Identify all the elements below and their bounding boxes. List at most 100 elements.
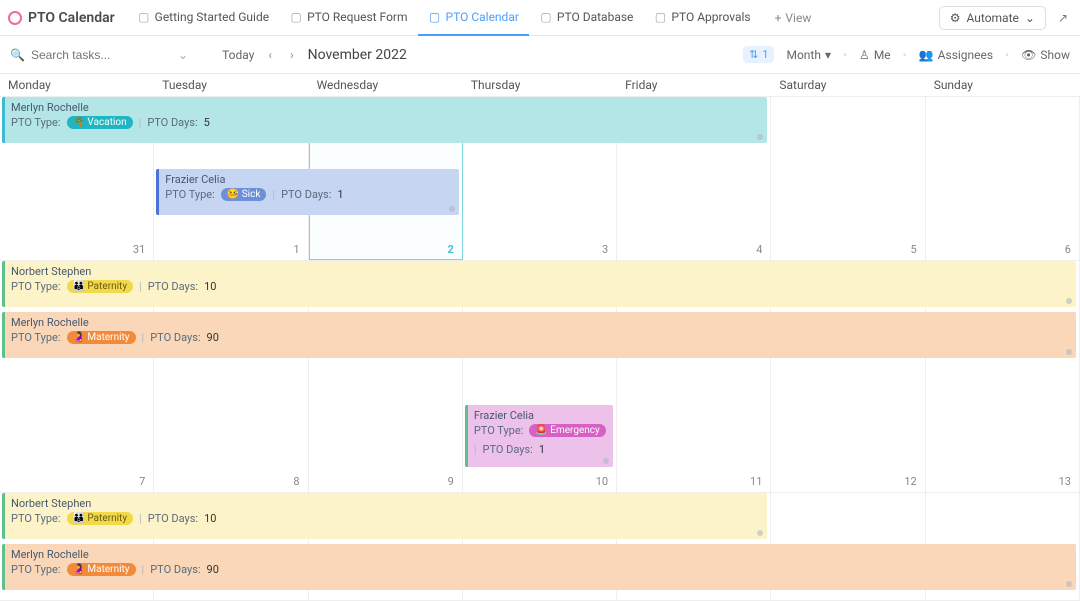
date-number: 2 xyxy=(448,243,454,256)
calendar-event[interactable]: Merlyn RochellePTO Type:🌴 Vacation|PTO D… xyxy=(2,97,767,143)
next-month-button[interactable]: › xyxy=(286,46,298,64)
doc-icon: ▢ xyxy=(539,10,553,24)
automate-icon: ⚙ xyxy=(950,11,961,25)
event-name: Frazier Celia xyxy=(165,173,453,186)
tab-label: PTO Database xyxy=(557,10,633,24)
pto-type-label: PTO Type: xyxy=(11,512,61,525)
prev-month-button[interactable]: ‹ xyxy=(264,46,276,64)
date-number: 1 xyxy=(293,243,299,256)
pto-days-value: 90 xyxy=(207,563,219,576)
person-icon: ♙ xyxy=(859,48,870,62)
add-view-button[interactable]: + View xyxy=(765,11,822,25)
pto-days-label: PTO Days: xyxy=(281,188,331,201)
event-detail-line: PTO Type:🚨 Emergency|PTO Days: 1 xyxy=(474,424,607,456)
tab-pto-database[interactable]: ▢ PTO Database xyxy=(529,0,643,36)
top-tabs-bar: PTO Calendar ▢Getting Started Guide▢PTO … xyxy=(0,0,1080,36)
filter-chip[interactable]: ⇅ 1 xyxy=(743,46,774,63)
event-handle[interactable] xyxy=(1066,349,1072,355)
separator: | xyxy=(142,563,145,576)
today-button[interactable]: Today xyxy=(222,48,254,62)
pto-type-label: PTO Type: xyxy=(11,116,61,129)
pto-type-tag: 👪 Paternity xyxy=(67,512,134,525)
pto-type-tag: 🤰 Maternity xyxy=(67,563,136,576)
doc-icon: ▢ xyxy=(289,10,303,24)
event-detail-line: PTO Type:🤰 Maternity|PTO Days: 90 xyxy=(11,563,1070,576)
show-label: Show xyxy=(1040,48,1070,62)
automate-button[interactable]: ⚙ Automate ⌄ xyxy=(939,6,1046,30)
pto-type-label: PTO Type: xyxy=(11,331,61,344)
weekday-heading: Monday xyxy=(0,74,154,96)
weekday-heading: Saturday xyxy=(771,74,925,96)
tab-pto-calendar[interactable]: ▢PTO Calendar xyxy=(418,0,529,36)
calendar-day-cell[interactable]: 6 xyxy=(926,97,1080,260)
share-icon[interactable]: ↗ xyxy=(1054,7,1072,29)
tab-label: PTO Calendar xyxy=(446,10,519,24)
workspace-title[interactable]: PTO Calendar xyxy=(8,10,123,26)
date-number: 13 xyxy=(1059,475,1071,488)
separator: | xyxy=(272,188,275,201)
tab-label: PTO Approvals xyxy=(671,10,750,24)
calendar-event[interactable]: Merlyn RochellePTO Type:🤰 Maternity|PTO … xyxy=(2,312,1076,358)
tab-label: Getting Started Guide xyxy=(155,10,269,24)
calendar-event[interactable]: Merlyn RochellePTO Type:🤰 Maternity|PTO … xyxy=(2,544,1076,590)
show-toggle[interactable]: 👁 Show xyxy=(1021,48,1070,62)
search-dropdown-toggle[interactable]: ⌄ xyxy=(172,46,194,64)
divider: • xyxy=(903,48,907,62)
weekday-heading: Friday xyxy=(617,74,771,96)
calendar-event[interactable]: Norbert StephenPTO Type:👪 Paternity|PTO … xyxy=(2,493,767,539)
event-handle[interactable] xyxy=(603,458,609,464)
event-handle[interactable] xyxy=(1066,581,1072,587)
event-handle[interactable] xyxy=(1066,298,1072,304)
calendar-day-cell[interactable]: 5 xyxy=(771,97,925,260)
doc-icon: ▢ xyxy=(137,10,151,24)
view-mode-select[interactable]: Month ▾ xyxy=(786,48,831,62)
date-number: 7 xyxy=(139,475,145,488)
date-number: 6 xyxy=(1065,243,1071,256)
separator: | xyxy=(139,116,142,129)
search-input[interactable] xyxy=(31,48,160,62)
assignees-filter[interactable]: 👥 Assignees xyxy=(919,48,993,62)
calendar-event[interactable]: Frazier CeliaPTO Type:🤒 Sick|PTO Days: 1 xyxy=(156,169,459,215)
pto-days-value: 10 xyxy=(204,512,216,525)
filter-count: 1 xyxy=(762,48,768,61)
pto-days-label: PTO Days: xyxy=(150,331,200,344)
calendar-week-row: 78910111213Norbert StephenPTO Type:👪 Pat… xyxy=(0,261,1080,493)
pto-days-label: PTO Days: xyxy=(483,443,533,456)
calendar-event[interactable]: Frazier CeliaPTO Type:🚨 Emergency|PTO Da… xyxy=(465,405,613,467)
filter-icon: ⇅ xyxy=(749,48,758,61)
tabs-container: ▢Getting Started Guide▢PTO Request Form▢… xyxy=(127,0,761,36)
pto-type-tag: 🤰 Maternity xyxy=(67,331,136,344)
date-number: 5 xyxy=(911,243,917,256)
divider: • xyxy=(843,48,847,62)
event-detail-line: PTO Type:👪 Paternity|PTO Days: 10 xyxy=(11,512,761,525)
calendar-week-row: 31123456Merlyn RochellePTO Type:🌴 Vacati… xyxy=(0,97,1080,261)
event-handle[interactable] xyxy=(757,530,763,536)
pto-days-value: 1 xyxy=(539,443,545,456)
event-detail-line: PTO Type:👪 Paternity|PTO Days: 10 xyxy=(11,280,1070,293)
event-name: Merlyn Rochelle xyxy=(11,548,1070,561)
separator: | xyxy=(142,331,145,344)
pto-type-tag: 🌴 Vacation xyxy=(67,116,133,129)
divider: • xyxy=(1005,48,1009,62)
people-icon: 👥 xyxy=(919,48,934,62)
pto-type-label: PTO Type: xyxy=(11,280,61,293)
doc-icon: ▢ xyxy=(653,10,667,24)
tab-pto-request-form[interactable]: ▢PTO Request Form xyxy=(279,0,417,36)
date-nav: Today ‹ › November 2022 xyxy=(222,46,407,64)
date-number: 11 xyxy=(750,475,762,488)
me-filter[interactable]: ♙ Me xyxy=(859,48,891,62)
tab-pto-approvals[interactable]: ▢ PTO Approvals xyxy=(643,0,760,36)
tab-getting-started-guide[interactable]: ▢ Getting Started Guide xyxy=(127,0,279,36)
pto-days-label: PTO Days: xyxy=(148,512,198,525)
pto-type-label: PTO Type: xyxy=(11,563,61,576)
workspace-title-text: PTO Calendar xyxy=(28,10,115,26)
event-name: Norbert Stephen xyxy=(11,265,1070,278)
automate-label: Automate xyxy=(967,11,1019,25)
calendar-event[interactable]: Norbert Stephen PTO Type:👪 Paternity|PTO … xyxy=(2,261,1076,307)
separator: | xyxy=(139,280,142,293)
event-handle[interactable] xyxy=(757,134,763,140)
search-icon: 🔍 xyxy=(10,48,25,62)
event-handle[interactable] xyxy=(449,206,455,212)
pto-days-value: 1 xyxy=(337,188,343,201)
current-month-label: November 2022 xyxy=(308,47,407,63)
